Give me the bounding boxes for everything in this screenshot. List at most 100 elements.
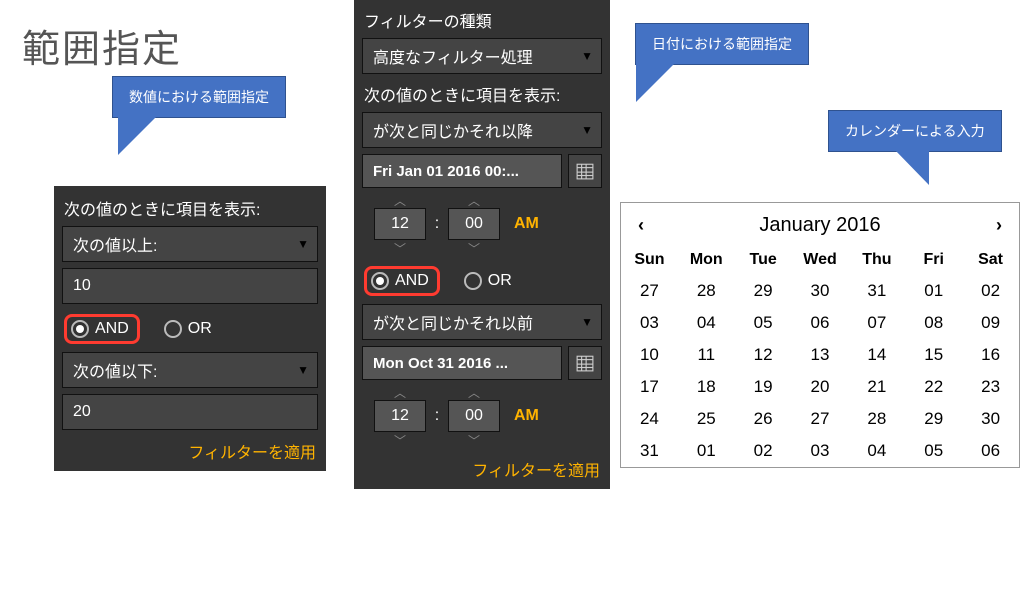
calendar-button-1[interactable]	[568, 154, 602, 188]
date2-input[interactable]: Mon Oct 31 2016 ...	[362, 346, 562, 380]
numeric-filter-panel: 次の値のときに項目を表示: 次の値以上: ▼ 10 AND OR 次の値以下: …	[54, 186, 326, 471]
date1-input[interactable]: Fri Jan 01 2016 00:...	[362, 154, 562, 188]
calendar-day[interactable]: 31	[848, 275, 905, 307]
date1-text: Fri Jan 01 2016 00:...	[373, 163, 519, 180]
calendar-day[interactable]: 24	[621, 403, 678, 435]
calendar-day[interactable]: 01	[678, 435, 735, 467]
calendar-dow: Wed	[792, 247, 849, 275]
calendar-day[interactable]: 12	[735, 339, 792, 371]
numeric-val1-text: 10	[73, 277, 91, 295]
calendar-day[interactable]: 02	[962, 275, 1019, 307]
calendar-title[interactable]: January 2016	[759, 214, 880, 237]
callout-calendar-text: カレンダーによる入力	[845, 123, 985, 139]
calendar-day[interactable]: 17	[621, 371, 678, 403]
calendar-day[interactable]: 11	[678, 339, 735, 371]
calendar-day[interactable]: 07	[848, 307, 905, 339]
min2-input[interactable]: 00	[448, 400, 500, 432]
calendar-day[interactable]: 19	[735, 371, 792, 403]
date-op1-select[interactable]: が次と同じかそれ以降 ▼	[362, 112, 602, 148]
calendar-day[interactable]: 13	[792, 339, 849, 371]
numeric-op1-select[interactable]: 次の値以上: ▼	[62, 226, 318, 262]
numeric-op1-value: 次の値以上:	[73, 232, 157, 256]
calendar-dow: Tue	[735, 247, 792, 275]
calendar-day[interactable]: 15	[905, 339, 962, 371]
calendar-day[interactable]: 05	[905, 435, 962, 467]
calendar-day[interactable]: 20	[792, 371, 849, 403]
numeric-val2-input[interactable]: 20	[62, 394, 318, 430]
calendar-day[interactable]: 30	[962, 403, 1019, 435]
calendar-day[interactable]: 04	[678, 307, 735, 339]
calendar-dow: Sat	[962, 247, 1019, 275]
calendar-dow: Mon	[678, 247, 735, 275]
filter-type-value: 高度なフィルター処理	[373, 44, 533, 68]
callout-numeric-text: 数値における範囲指定	[129, 89, 269, 105]
calendar-day[interactable]: 22	[905, 371, 962, 403]
calendar-prev-button[interactable]: ‹	[631, 215, 651, 236]
calendar-day[interactable]: 10	[621, 339, 678, 371]
calendar-day[interactable]: 30	[792, 275, 849, 307]
calendar-day[interactable]: 06	[962, 435, 1019, 467]
hour2-down[interactable]: ﹀	[370, 432, 430, 448]
date-and-radio[interactable]: AND	[371, 272, 429, 290]
calendar-day[interactable]: 09	[962, 307, 1019, 339]
numeric-op2-select[interactable]: 次の値以下: ▼	[62, 352, 318, 388]
hour1-input[interactable]: 12	[374, 208, 426, 240]
min1-up[interactable]: ︿	[444, 192, 504, 208]
hour2-up[interactable]: ︿	[370, 384, 430, 400]
numeric-and-radio[interactable]: AND	[71, 320, 129, 338]
hour1-down[interactable]: ﹀	[370, 240, 430, 256]
numeric-apply-link[interactable]: フィルターを適用	[62, 436, 318, 463]
calendar-day[interactable]: 27	[792, 403, 849, 435]
chevron-down-icon: ▼	[297, 363, 309, 377]
hour2-input[interactable]: 12	[374, 400, 426, 432]
date-or-radio[interactable]: OR	[464, 272, 512, 290]
calendar-day[interactable]: 31	[621, 435, 678, 467]
time-separator: :	[430, 407, 444, 425]
calendar-button-2[interactable]	[568, 346, 602, 380]
min1-down[interactable]: ﹀	[444, 240, 504, 256]
calendar-day[interactable]: 28	[678, 275, 735, 307]
radio-selected-icon	[371, 272, 389, 290]
filter-type-label: フィルターの種類	[362, 6, 602, 38]
calendar-day[interactable]: 14	[848, 339, 905, 371]
min1-input[interactable]: 00	[448, 208, 500, 240]
date-apply-link[interactable]: フィルターを適用	[362, 454, 602, 481]
calendar-day[interactable]: 18	[678, 371, 735, 403]
calendar-day[interactable]: 03	[792, 435, 849, 467]
min2-up[interactable]: ︿	[444, 384, 504, 400]
calendar-day[interactable]: 05	[735, 307, 792, 339]
calendar-day[interactable]: 16	[962, 339, 1019, 371]
calendar-day[interactable]: 23	[962, 371, 1019, 403]
callout-date: 日付における範囲指定	[635, 23, 809, 65]
numeric-op2-value: 次の値以下:	[73, 358, 157, 382]
numeric-and-label: AND	[95, 320, 129, 338]
filter-type-select[interactable]: 高度なフィルター処理 ▼	[362, 38, 602, 74]
calendar-day[interactable]: 29	[735, 275, 792, 307]
calendar-widget: ‹ January 2016 › SunMonTueWedThuFriSat 2…	[620, 202, 1020, 468]
calendar-day[interactable]: 25	[678, 403, 735, 435]
calendar-day[interactable]: 01	[905, 275, 962, 307]
calendar-day[interactable]: 27	[621, 275, 678, 307]
numeric-or-radio[interactable]: OR	[164, 320, 212, 338]
calendar-day[interactable]: 21	[848, 371, 905, 403]
date-op2-value: が次と同じかそれ以前	[373, 310, 533, 334]
date-show-when-label: 次の値のときに項目を表示:	[362, 80, 602, 112]
date-op2-select[interactable]: が次と同じかそれ以前 ▼	[362, 304, 602, 340]
ampm1-toggle[interactable]: AM	[514, 215, 539, 233]
hour1-up[interactable]: ︿	[370, 192, 430, 208]
calendar-day[interactable]: 02	[735, 435, 792, 467]
min2-down[interactable]: ﹀	[444, 432, 504, 448]
calendar-next-button[interactable]: ›	[989, 215, 1009, 236]
calendar-day[interactable]: 03	[621, 307, 678, 339]
numeric-val1-input[interactable]: 10	[62, 268, 318, 304]
ampm2-toggle[interactable]: AM	[514, 407, 539, 425]
calendar-day[interactable]: 28	[848, 403, 905, 435]
radio-unselected-icon	[164, 320, 182, 338]
calendar-day[interactable]: 29	[905, 403, 962, 435]
calendar-day[interactable]: 26	[735, 403, 792, 435]
calendar-day[interactable]: 08	[905, 307, 962, 339]
calendar-day[interactable]: 04	[848, 435, 905, 467]
calendar-dow: Thu	[848, 247, 905, 275]
chevron-down-icon: ▼	[581, 315, 593, 329]
calendar-day[interactable]: 06	[792, 307, 849, 339]
